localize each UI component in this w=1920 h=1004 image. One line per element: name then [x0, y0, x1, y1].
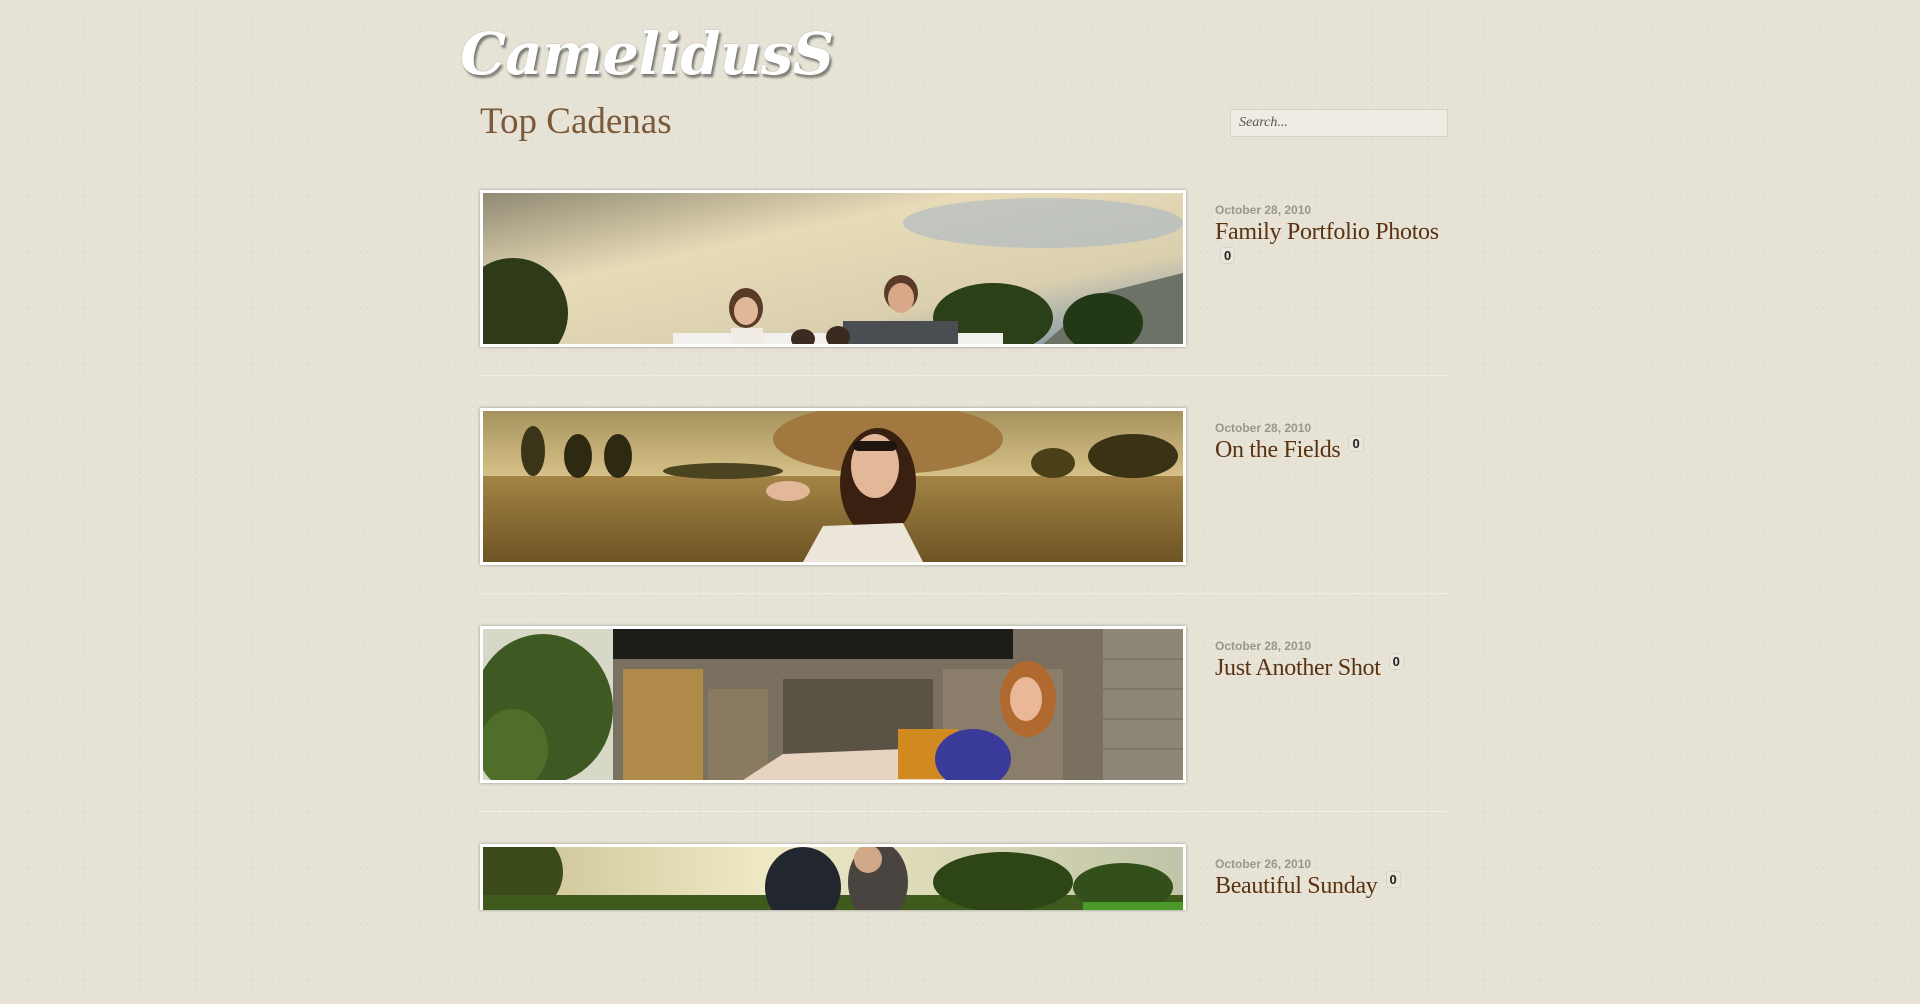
post-item: October 28, 2010 On the Fields 0	[480, 408, 1450, 568]
post-thumbnail-fields[interactable]	[480, 408, 1186, 565]
post-item: October 28, 2010 Just Another Shot 0	[480, 626, 1450, 786]
sunday-photo-image	[483, 847, 1183, 910]
post-date: October 28, 2010	[1215, 639, 1312, 653]
comment-count-badge[interactable]: 0	[1220, 247, 1236, 264]
site-logo[interactable]: CamelidusS	[460, 20, 834, 88]
post-title-link[interactable]: Just Another Shot	[1215, 655, 1381, 681]
post-divider	[480, 811, 1450, 812]
family-photo-image	[483, 193, 1183, 344]
post-date: October 28, 2010	[1215, 203, 1312, 217]
shot-photo-image	[483, 629, 1183, 780]
comment-count-badge[interactable]: 0	[1388, 653, 1404, 670]
post-thumbnail-sunday[interactable]	[480, 844, 1186, 910]
post-date: October 26, 2010	[1215, 857, 1312, 871]
comment-count-badge[interactable]: 0	[1348, 435, 1364, 452]
post-meta: October 28, 2010 On the Fields 0	[1215, 421, 1455, 465]
fields-photo-image	[483, 411, 1183, 562]
post-title-link[interactable]: Family Portfolio Photos	[1215, 219, 1439, 245]
post-divider	[480, 593, 1450, 594]
post-thumbnail-shot[interactable]	[480, 626, 1186, 783]
post-title-link[interactable]: On the Fields	[1215, 437, 1341, 463]
post-title-link[interactable]: Beautiful Sunday	[1215, 873, 1378, 899]
post-meta: October 28, 2010 Just Another Shot 0	[1215, 639, 1455, 683]
page-title: Top Cadenas	[480, 101, 672, 142]
post-date: October 28, 2010	[1215, 421, 1312, 435]
post-item: October 28, 2010 Family Portfolio Photos…	[480, 190, 1450, 350]
post-meta: October 28, 2010 Family Portfolio Photos…	[1215, 203, 1455, 265]
post-item: October 26, 2010 Beautiful Sunday 0	[480, 844, 1450, 1004]
post-divider	[480, 375, 1450, 376]
comment-count-badge[interactable]: 0	[1385, 871, 1401, 888]
post-thumbnail-family[interactable]	[480, 190, 1186, 347]
page-container: CamelidusS Top Cadenas Search... October…	[458, 0, 1458, 1000]
search-input[interactable]	[1230, 109, 1448, 137]
post-meta: October 26, 2010 Beautiful Sunday 0	[1215, 857, 1455, 901]
